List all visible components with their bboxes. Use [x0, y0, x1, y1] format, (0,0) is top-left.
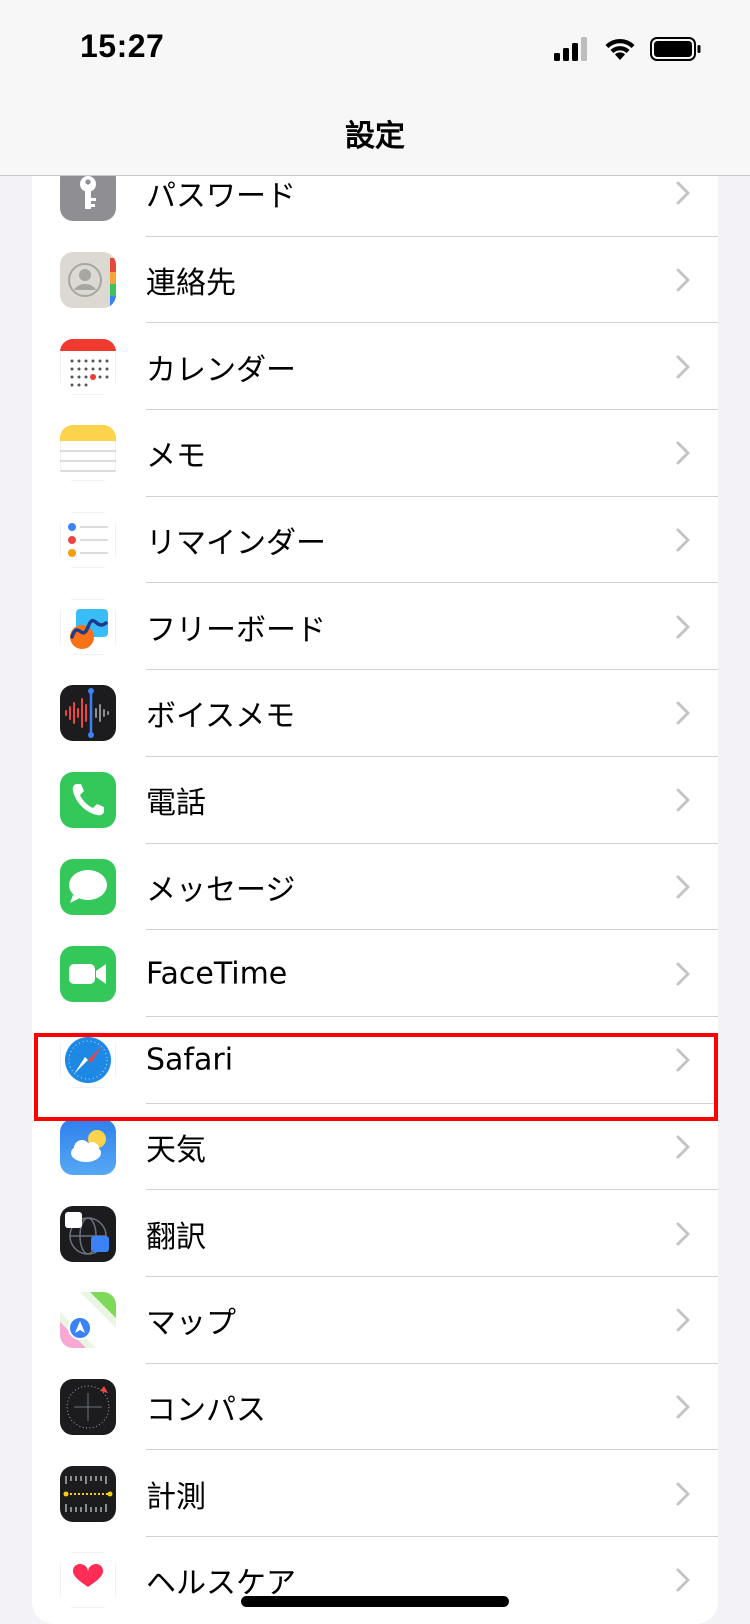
settings-row-freeform[interactable]: フリーボード: [32, 583, 718, 671]
weather-icon: [60, 1118, 116, 1175]
battery-icon: [650, 37, 702, 65]
settings-list: パスワード 連絡先 カレンダー メモ リマインダー フリーボード ボイスメモ 電…: [32, 150, 718, 1624]
home-indicator: [241, 1596, 509, 1607]
chevron-right-icon: [676, 528, 690, 552]
status-time: 15:27: [80, 28, 165, 64]
settings-row-voice-memos[interactable]: ボイスメモ: [32, 670, 718, 757]
navigation-bar: 設定: [0, 100, 750, 176]
chevron-right-icon: [676, 1308, 690, 1332]
chevron-right-icon: [676, 1395, 690, 1419]
row-label: 連絡先: [146, 266, 236, 302]
row-label: コンパス: [146, 1392, 266, 1428]
settings-row-safari[interactable]: Safari: [32, 1017, 718, 1104]
settings-row-measure[interactable]: 計測: [32, 1450, 718, 1537]
row-label: 天気: [146, 1132, 206, 1168]
chevron-right-icon: [676, 268, 690, 292]
settings-row-messages[interactable]: メッセージ: [32, 844, 718, 931]
chevron-right-icon: [676, 1482, 690, 1506]
notes-icon: [60, 425, 116, 482]
row-label: FaceTime: [146, 956, 288, 992]
contacts-icon: [60, 252, 116, 309]
settings-row-translate[interactable]: 翻訳: [32, 1190, 718, 1277]
row-label: ボイスメモ: [146, 699, 296, 735]
row-label: マップ: [146, 1306, 236, 1342]
health-icon: [60, 1552, 116, 1609]
row-label: フリーボード: [146, 612, 326, 648]
freeform-icon: [60, 598, 116, 655]
measure-icon: [60, 1465, 116, 1522]
chevron-right-icon: [676, 615, 690, 639]
row-label: メモ: [146, 439, 206, 475]
row-label: パスワード: [146, 179, 296, 215]
chevron-right-icon: [676, 1048, 690, 1072]
settings-row-reminders[interactable]: リマインダー: [32, 497, 718, 584]
chevron-right-icon: [676, 1135, 690, 1159]
row-label: リマインダー: [146, 526, 326, 562]
phone-icon: [60, 772, 116, 829]
settings-row-calendar[interactable]: カレンダー: [32, 323, 718, 411]
chevron-right-icon: [676, 355, 690, 379]
chevron-right-icon: [676, 1222, 690, 1246]
chevron-right-icon: [676, 788, 690, 812]
settings-row-contacts[interactable]: 連絡先: [32, 237, 718, 324]
status-icons: [554, 36, 702, 66]
signal-icon: [554, 37, 590, 65]
row-label: 翻訳: [146, 1219, 206, 1255]
chevron-right-icon: [676, 181, 690, 205]
row-label: Safari: [146, 1042, 234, 1078]
facetime-icon: [60, 945, 116, 1002]
compass-icon: [60, 1378, 116, 1435]
wifi-icon: [604, 37, 636, 65]
settings-row-compass[interactable]: コンパス: [32, 1364, 718, 1451]
calendar-icon: [60, 338, 116, 395]
safari-icon: [60, 1032, 116, 1089]
settings-row-weather[interactable]: 天気: [32, 1104, 718, 1191]
settings-row-facetime[interactable]: FaceTime: [32, 930, 718, 1017]
row-label: カレンダー: [146, 352, 296, 388]
translate-icon: [60, 1205, 116, 1262]
voice-memo-icon: [60, 685, 116, 742]
maps-icon: [60, 1292, 116, 1349]
status-bar: 15:27: [0, 0, 750, 100]
settings-row-phone[interactable]: 電話: [32, 757, 718, 844]
chevron-right-icon: [676, 962, 690, 986]
settings-row-health[interactable]: ヘルスケア: [32, 1537, 718, 1624]
chevron-right-icon: [676, 1568, 690, 1592]
messages-icon: [60, 858, 116, 915]
row-label: メッセージ: [146, 872, 296, 908]
chevron-right-icon: [676, 701, 690, 725]
chevron-right-icon: [676, 441, 690, 465]
row-label: 計測: [146, 1479, 206, 1515]
chevron-right-icon: [676, 875, 690, 899]
page-title: 設定: [345, 118, 405, 154]
settings-row-notes[interactable]: メモ: [32, 410, 718, 497]
row-label: 電話: [146, 786, 206, 822]
reminders-icon: [60, 512, 116, 569]
settings-row-maps[interactable]: マップ: [32, 1277, 718, 1364]
